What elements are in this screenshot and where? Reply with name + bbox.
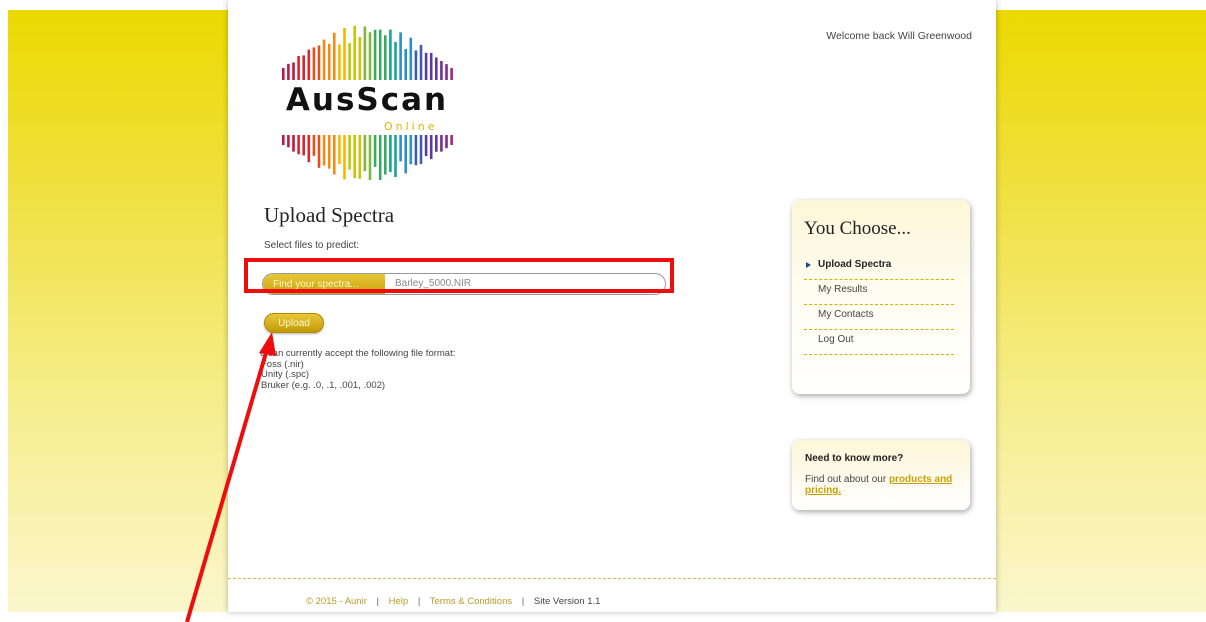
you-choose-panel: You Choose... Upload Spectra My Results … bbox=[792, 200, 970, 394]
format-item: Unity (.spc) bbox=[261, 369, 310, 380]
footer-separator: | bbox=[417, 596, 421, 607]
footer-separator: | bbox=[521, 596, 525, 607]
menu-item-label: My Results bbox=[818, 284, 868, 295]
footer: © 2015 - Aunir | Help | Terms & Conditio… bbox=[306, 596, 600, 607]
menu-item-my-contacts[interactable]: My Contacts bbox=[804, 305, 954, 330]
format-item: Bruker (e.g. .0, .1, .001, .002) bbox=[261, 379, 386, 391]
logo-subtitle: Online bbox=[384, 120, 438, 133]
formats-intro: e can currently accept the following fil… bbox=[260, 348, 456, 359]
footer-divider bbox=[228, 578, 996, 579]
menu-item-label: My Contacts bbox=[818, 309, 874, 320]
panel-title: You Choose... bbox=[804, 218, 911, 239]
upload-button[interactable]: Upload bbox=[264, 313, 324, 333]
footer-separator: | bbox=[376, 596, 379, 607]
logo-title: AusScan bbox=[285, 82, 449, 118]
menu-item-label: Log Out bbox=[818, 334, 854, 345]
select-files-label: Select files to predict: bbox=[264, 240, 360, 251]
menu-item-my-results[interactable]: My Results bbox=[804, 280, 954, 305]
footer-help-link[interactable]: Help bbox=[389, 596, 409, 607]
file-format-info: e can currently accept the following fil… bbox=[260, 348, 456, 391]
side-menu: Upload Spectra My Results My Contacts Lo… bbox=[804, 255, 954, 355]
ausscan-logo[interactable]: AusScan Online bbox=[272, 20, 462, 180]
arrow-right-icon bbox=[806, 262, 811, 268]
page-title: Upload Spectra bbox=[264, 203, 395, 227]
content-page: Welcome back Will Greenwood AusScan Onli… bbox=[228, 0, 996, 612]
menu-item-log-out[interactable]: Log Out bbox=[804, 330, 954, 355]
info-text: Find out about our products and pricing. bbox=[805, 474, 963, 496]
info-text-body: Find out about our bbox=[805, 474, 889, 485]
info-panel: Need to know more? Find out about our pr… bbox=[792, 440, 970, 510]
footer-terms-link[interactable]: Terms & Conditions bbox=[430, 596, 512, 607]
menu-item-label: Upload Spectra bbox=[818, 259, 892, 270]
highlight-box bbox=[244, 258, 674, 293]
info-title: Need to know more? bbox=[805, 453, 904, 464]
footer-copyright[interactable]: © 2015 - Aunir bbox=[306, 596, 367, 607]
footer-site-version: Site Version 1.1 bbox=[533, 596, 601, 607]
welcome-message: Welcome back Will Greenwood bbox=[826, 30, 972, 42]
menu-item-upload-spectra[interactable]: Upload Spectra bbox=[804, 255, 954, 280]
